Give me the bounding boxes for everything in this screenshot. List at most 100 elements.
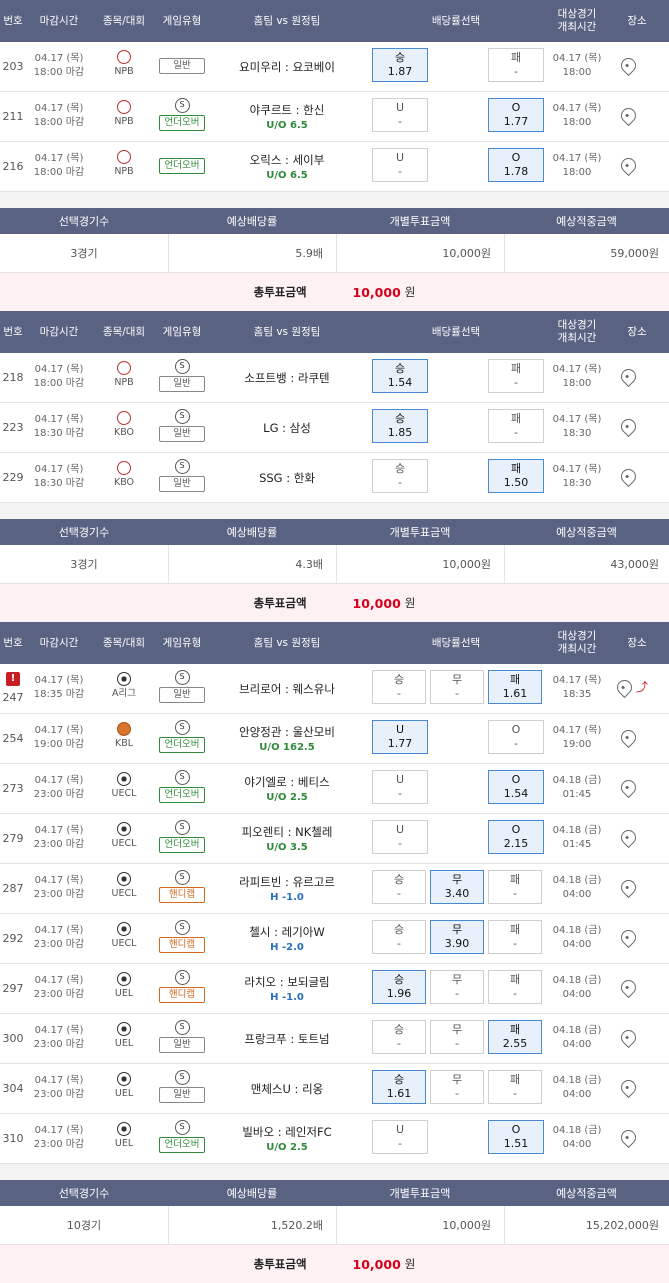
total-label: 총투표금액 [253, 596, 307, 610]
odds-button[interactable]: 패 2.55 [488, 1020, 542, 1054]
place-button[interactable] [617, 1026, 639, 1050]
odds-button[interactable]: 승- [372, 870, 426, 904]
deadline: 04.17 (목) 23:00 마감 [28, 1024, 90, 1052]
place-button[interactable] [617, 726, 639, 750]
sport-league: UEL [102, 972, 146, 1000]
odds-label: O [511, 101, 521, 114]
odds-button[interactable]: 무 3.40 [430, 870, 484, 904]
odds-button[interactable]: 무- [430, 1020, 484, 1054]
odds-button[interactable]: 승 1.87 [372, 48, 428, 82]
game-type: 언더오버 [156, 158, 208, 174]
league-name: UECL [111, 888, 137, 899]
odds-button[interactable]: O- [488, 720, 544, 754]
odds-button[interactable]: 패- [488, 48, 544, 82]
odds-button[interactable]: U- [372, 1120, 428, 1154]
deadline-time: 18:30 마감 [33, 478, 85, 489]
place-button[interactable] [617, 104, 639, 128]
place-button[interactable] [617, 926, 639, 950]
match: 오릭스 : 세이부 U/O 6.5 [214, 142, 360, 191]
odds-button[interactable]: O 2.15 [488, 820, 544, 854]
odds-label: 무 [451, 1023, 463, 1036]
sport-league: KBO [102, 411, 146, 439]
trend-chart-icon[interactable]: ⤴ [636, 678, 648, 695]
odds-button[interactable]: 승 1.54 [372, 359, 428, 393]
place-button[interactable] [613, 676, 635, 700]
deadline: 04.17 (목) 18:35 마감 [28, 674, 90, 702]
match: 브리로어 : 웨스유나 [214, 664, 360, 713]
place-button[interactable] [617, 465, 639, 489]
match: 맨체스U : 리옹 [214, 1064, 360, 1113]
odds-label: 승 [393, 1023, 405, 1036]
odds-button[interactable]: 패- [488, 359, 544, 393]
odds-button[interactable]: 승- [372, 670, 426, 704]
place-button[interactable] [617, 776, 639, 800]
odds-button[interactable]: O 1.78 [488, 148, 544, 182]
odds-button[interactable]: U- [372, 98, 428, 132]
odds-button[interactable]: U- [372, 148, 428, 182]
odds-button[interactable]: O 1.77 [488, 98, 544, 132]
match: 안양정관 : 울산모비 U/O 162.5 [214, 714, 360, 763]
odds-button[interactable]: 패 1.50 [488, 459, 544, 493]
odds-button[interactable]: U- [372, 770, 428, 804]
baseball-icon [117, 150, 131, 164]
odds-button[interactable]: 승 1.96 [372, 970, 426, 1004]
odds-button[interactable]: O 1.54 [488, 770, 544, 804]
match-name: 브리로어 : 웨스유나 [239, 681, 335, 696]
odds-button[interactable]: 패- [488, 970, 542, 1004]
odds-value: 3.40 [444, 887, 470, 900]
odds-button[interactable]: 승- [372, 920, 426, 954]
event-time: 04.17 (목) 18:00 [548, 152, 606, 180]
match: 피오렌티 : NK첼레 U/O 3.5 [214, 814, 360, 863]
place-button[interactable] [617, 1076, 639, 1100]
place-button[interactable] [617, 365, 639, 389]
odds-value: - [398, 476, 402, 489]
odds-button[interactable]: 패- [488, 920, 542, 954]
soccer-icon [117, 1022, 131, 1036]
map-pin-icon [617, 976, 639, 999]
odds-button[interactable]: 무- [430, 1070, 484, 1104]
event-date: 04.17 (목) [552, 675, 602, 686]
event-time: 04.17 (목) 18:30 [548, 413, 606, 441]
s-mark-icon: S [174, 1020, 190, 1035]
place-button[interactable] [617, 876, 639, 900]
league-name: NPB [114, 66, 134, 77]
odds-button[interactable]: 패- [488, 870, 542, 904]
odds-button[interactable]: 패- [488, 409, 544, 443]
place-button[interactable] [617, 1126, 639, 1150]
place-button[interactable] [617, 826, 639, 850]
deadline-date: 04.17 (목) [34, 975, 84, 986]
odds-label: 승 [393, 923, 405, 936]
game-number: 273 [2, 782, 24, 795]
place-button[interactable] [617, 976, 639, 1000]
match-name: 오릭스 : 세이부 [249, 153, 325, 167]
place-button[interactable] [617, 54, 639, 78]
odds-button[interactable]: 패- [488, 1070, 542, 1104]
odds-button[interactable]: 승- [372, 459, 428, 493]
summary-divider [168, 234, 169, 272]
total-unit: 원 [404, 596, 416, 610]
league-name: A리그 [112, 688, 136, 699]
match-name: 맨체스U : 리옹 [250, 1081, 324, 1096]
odds-value: - [513, 987, 517, 1000]
game-row: 300 04.17 (목) 23:00 마감 UEL S 일반 프랑크푸 : 토트넘 승 - 무 -… [0, 1014, 669, 1064]
odds-button[interactable]: U- [372, 820, 428, 854]
place-button[interactable] [617, 415, 639, 439]
odds-button[interactable]: U 1.77 [372, 720, 428, 754]
odds-button[interactable]: 패 1.61 [488, 670, 542, 704]
odds-button[interactable]: 승 1.85 [372, 409, 428, 443]
league-name: NPB [114, 116, 134, 127]
game-type-badge: 일반 [159, 687, 205, 703]
summary-header-payout: 예상적중금액 [556, 215, 617, 228]
match-name: 야쿠르트 : 한신 [249, 103, 325, 117]
place-button[interactable] [617, 154, 639, 178]
odds-button[interactable]: O 1.51 [488, 1120, 544, 1154]
odds-button[interactable]: 무- [430, 670, 484, 704]
odds-button[interactable]: 무 3.90 [430, 920, 484, 954]
odds-button[interactable]: 무- [430, 970, 484, 1004]
game-type: S 언더오버 [156, 720, 208, 753]
game-number: 223 [2, 421, 24, 434]
odds-button[interactable]: 승 1.61 [372, 1070, 426, 1104]
header-event-time: 대상경기 개최시간 [546, 311, 608, 353]
event-date: 04.17 (목) [552, 103, 602, 114]
odds-button[interactable]: 승- [372, 1020, 426, 1054]
